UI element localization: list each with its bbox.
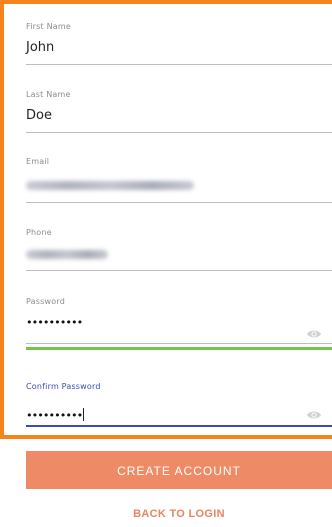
first-name-underline [26,64,332,65]
email-input-redacted[interactable] [26,181,194,190]
confirm-password-field[interactable]: Confirm Password •••••••••• [26,382,332,428]
email-field[interactable]: Email [26,157,332,203]
phone-underline [26,270,332,271]
password-field[interactable]: Password •••••••••• [26,297,332,351]
phone-label: Phone [26,228,52,237]
create-account-button[interactable]: CREATE ACCOUNT [26,451,332,489]
password-input[interactable]: •••••••••• [26,317,83,329]
confirm-password-value: •••••••••• [26,409,83,422]
phone-field[interactable]: Phone [26,228,332,272]
first-name-label: First Name [26,22,71,31]
email-underline [26,202,332,203]
confirm-password-underline-focused [26,425,332,427]
last-name-input[interactable]: Doe [26,108,332,124]
password-underline [26,343,332,344]
email-label: Email [26,157,50,166]
password-strength-bar [26,347,332,350]
first-name-input[interactable]: John [26,40,332,56]
eye-icon[interactable] [306,406,322,419]
password-label: Password [26,297,65,306]
last-name-field[interactable]: Last Name Doe [26,90,332,134]
confirm-password-label: Confirm Password [26,382,101,391]
back-to-login-link[interactable]: BACK TO LOGIN [26,508,332,520]
phone-input-redacted[interactable] [26,250,108,259]
eye-icon[interactable] [306,325,322,338]
last-name-underline [26,132,332,133]
text-caret [83,408,85,421]
last-name-label: Last Name [26,90,71,99]
confirm-password-input[interactable]: •••••••••• [26,404,85,423]
first-name-field[interactable]: First Name John [26,22,332,66]
